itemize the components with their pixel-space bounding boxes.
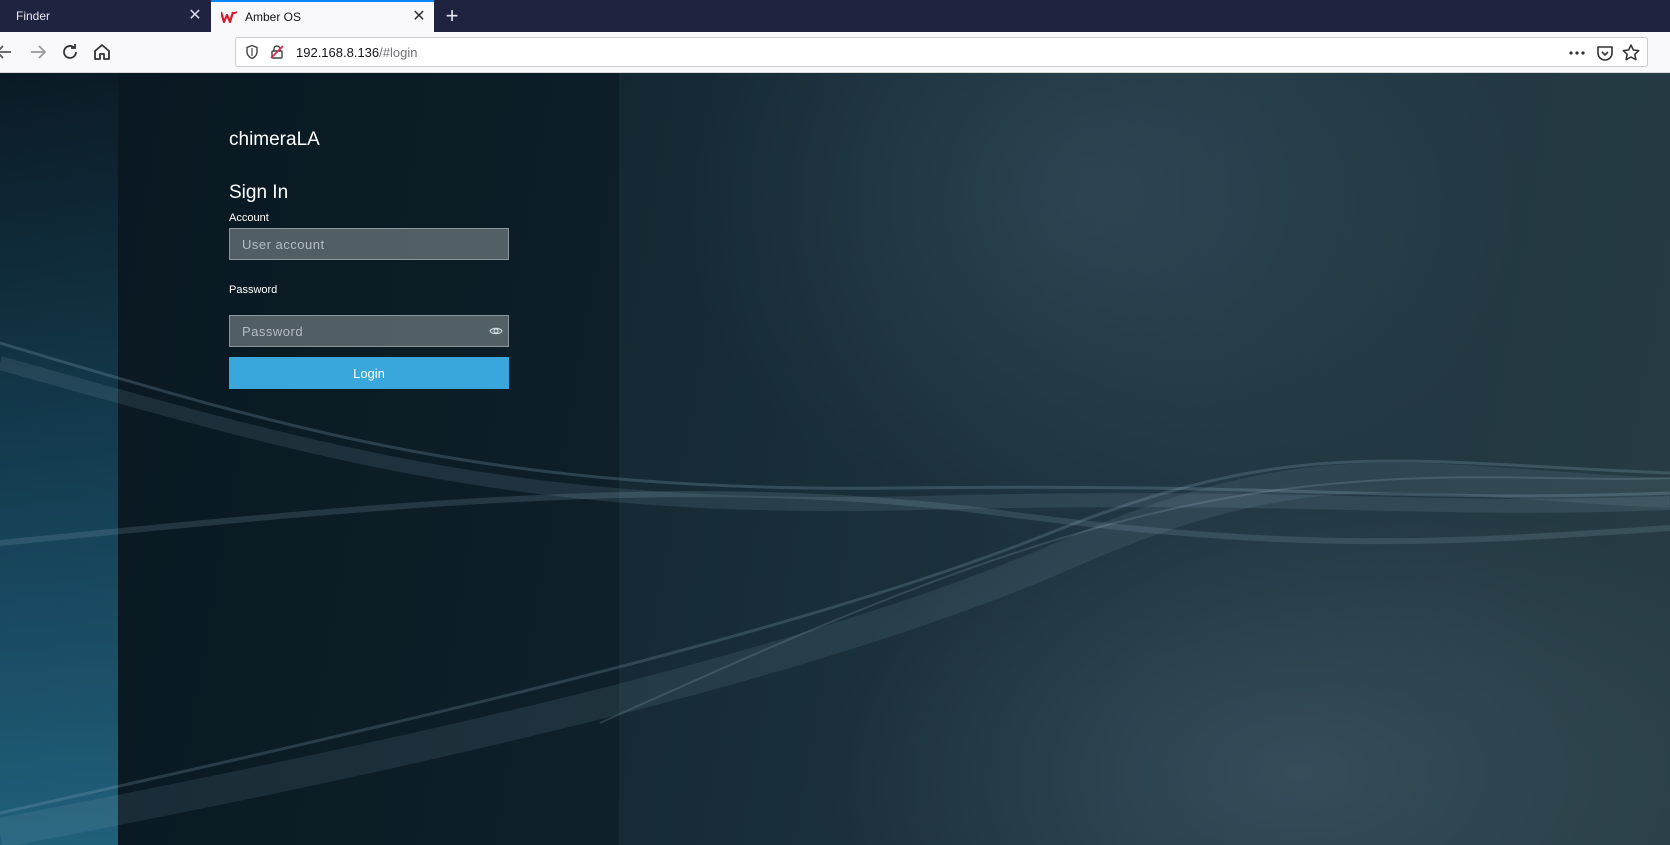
more-actions-icon[interactable] <box>1567 43 1587 63</box>
password-label: Password <box>229 284 278 296</box>
password-field <box>229 315 509 347</box>
tab-label: Finder <box>16 9 51 23</box>
forward-arrow-icon[interactable] <box>26 40 50 64</box>
new-tab-plus-icon[interactable]: + <box>440 4 464 28</box>
url-bar[interactable]: 192.168.8.136/#login <box>235 37 1648 67</box>
reload-icon[interactable] <box>58 40 82 64</box>
home-icon[interactable] <box>90 40 114 64</box>
sign-in-heading: Sign In <box>229 182 289 203</box>
password-input[interactable] <box>229 315 509 347</box>
tab-amber-os[interactable]: Amber OS ✕ <box>211 0 434 32</box>
account-label: Account <box>229 212 269 224</box>
insecure-lock-icon[interactable] <box>269 44 285 60</box>
tab-finder[interactable]: Finder ✕ <box>0 0 210 32</box>
url-path: /#login <box>379 45 418 60</box>
url-host: 192.168.8.136 <box>296 45 380 60</box>
shield-icon[interactable] <box>244 44 260 60</box>
show-password-eye-icon[interactable] <box>489 325 503 337</box>
navigation-toolbar: 192.168.8.136/#login <box>0 32 1670 73</box>
tab-strip: Finder ✕ Amber OS ✕ + <box>0 0 1670 32</box>
login-page: chimeraLA Sign In Account Password Login <box>0 73 1670 845</box>
account-input[interactable] <box>229 228 509 260</box>
bookmark-star-icon[interactable] <box>1621 43 1641 63</box>
back-arrow-icon[interactable] <box>0 40 16 64</box>
tab-label: Amber OS <box>245 10 302 24</box>
close-tab-icon[interactable]: ✕ <box>404 9 434 25</box>
login-button[interactable]: Login <box>229 357 509 389</box>
pocket-icon[interactable] <box>1595 43 1615 63</box>
close-tab-icon[interactable]: ✕ <box>180 8 210 24</box>
brand-name: chimeraLA <box>229 129 320 150</box>
amber-logo-icon <box>221 11 237 23</box>
url-text[interactable]: 192.168.8.136/#login <box>296 45 417 60</box>
